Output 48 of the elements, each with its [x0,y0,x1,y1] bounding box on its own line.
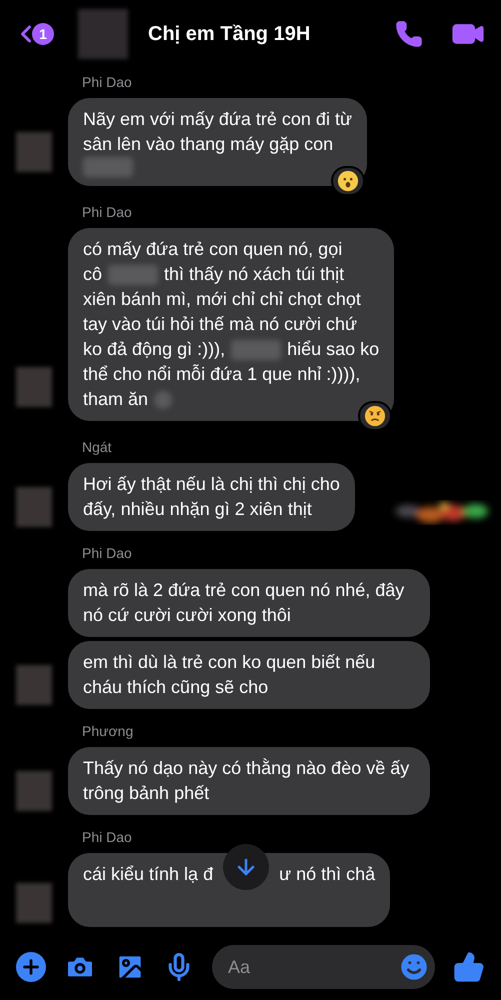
plus-icon [20,956,42,978]
blurred-redaction [83,157,133,177]
thumbs-up-icon[interactable] [453,951,485,983]
blurred-redaction [154,390,172,408]
reaction-badge[interactable] [358,401,392,431]
sender-avatar [16,771,52,811]
message-text: Thấy nó dạo này có thằng nào đèo về ấy trông bảnh phết [83,757,410,805]
group-avatar [78,9,128,59]
scroll-down-button[interactable] [223,844,270,890]
sender-avatar [16,487,52,527]
chat-title: Chị em Tầng 19H [148,22,312,47]
sender-avatar [16,132,52,172]
sender-name: Phi Dao [82,73,133,92]
sender-name: Ngát [82,438,113,457]
add-button[interactable] [16,952,46,982]
message-text: Nãy em với mấy đứa trẻ con đi từ [83,108,352,131]
blurred-redaction [231,340,282,360]
surprised-face-icon [337,170,359,192]
message-field[interactable]: Aa [212,945,435,989]
sender-name: Phi Dao [82,828,133,847]
message-text: em thì dù là trẻ con ko quen biết nếu cháu thích cũng sẽ cho [83,651,376,699]
message-text: thì thấy nó xách túi thịt [164,263,344,286]
sender-avatar [16,367,52,407]
message-text: cô [83,263,102,286]
message-text: đấy, nhiều nhặn gì 2 xiên thịt [83,498,312,521]
sender-avatar [16,665,52,705]
phone-icon[interactable] [395,20,423,48]
message-text: ư nó thì chả [279,863,376,886]
sender-name: Phi Dao [82,203,133,222]
blurred-redaction [108,264,158,284]
message-text: Hơi ấy thật nếu là chị thì chị cho [83,473,340,496]
message-text: mà rõ là 2 đứa trẻ con quen nó nhé, đây nó cứ cười cười xong thôi [83,579,406,627]
back-button[interactable]: 1 [12,20,54,48]
sender-name: Phi Dao [82,544,133,563]
reaction-badge[interactable] [331,166,365,196]
message-text: hiểu sao ko [287,338,380,361]
message-text: sân lên vào thang máy gặp con [83,133,334,156]
sender-name: Phương [82,722,134,741]
sender-avatar [16,883,52,923]
message-text: cái kiểu tính lạ đ [83,863,214,886]
message-text: tay vào túi hỏi thế mà nó cười chứ [83,313,358,336]
unread-badge: 1 [32,23,54,45]
message-text: có mấy đứa trẻ con quen nó, gọi [83,238,342,261]
message-text: tham ăn [83,388,148,411]
message-text: ko đả động gì :))), [83,338,226,361]
angry-face-icon [364,405,386,427]
message-text: xiên bánh mì, mới chỉ chỉ chọt chọt [83,288,361,311]
message-text: thể cho nổi mỗi đứa 1 que nhỉ :)))), [83,363,360,386]
